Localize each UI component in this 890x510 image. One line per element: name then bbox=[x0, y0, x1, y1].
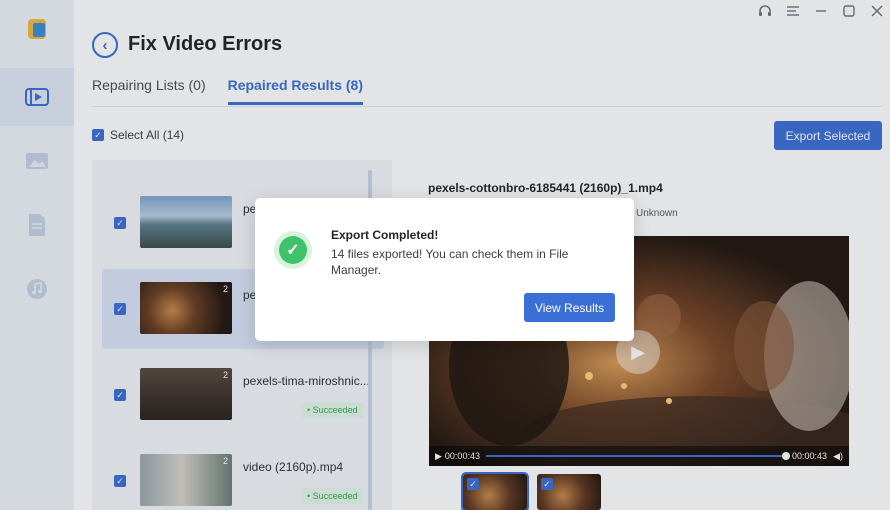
checkmark-icon: ✓ bbox=[279, 236, 307, 264]
dialog-title: Export Completed! bbox=[331, 228, 439, 242]
view-results-button[interactable]: View Results bbox=[524, 293, 615, 322]
export-completed-dialog: ✓ Export Completed! 14 files exported! Y… bbox=[255, 198, 634, 341]
success-icon: ✓ bbox=[274, 231, 312, 269]
dialog-message: 14 files exported! You can check them in… bbox=[331, 247, 569, 277]
